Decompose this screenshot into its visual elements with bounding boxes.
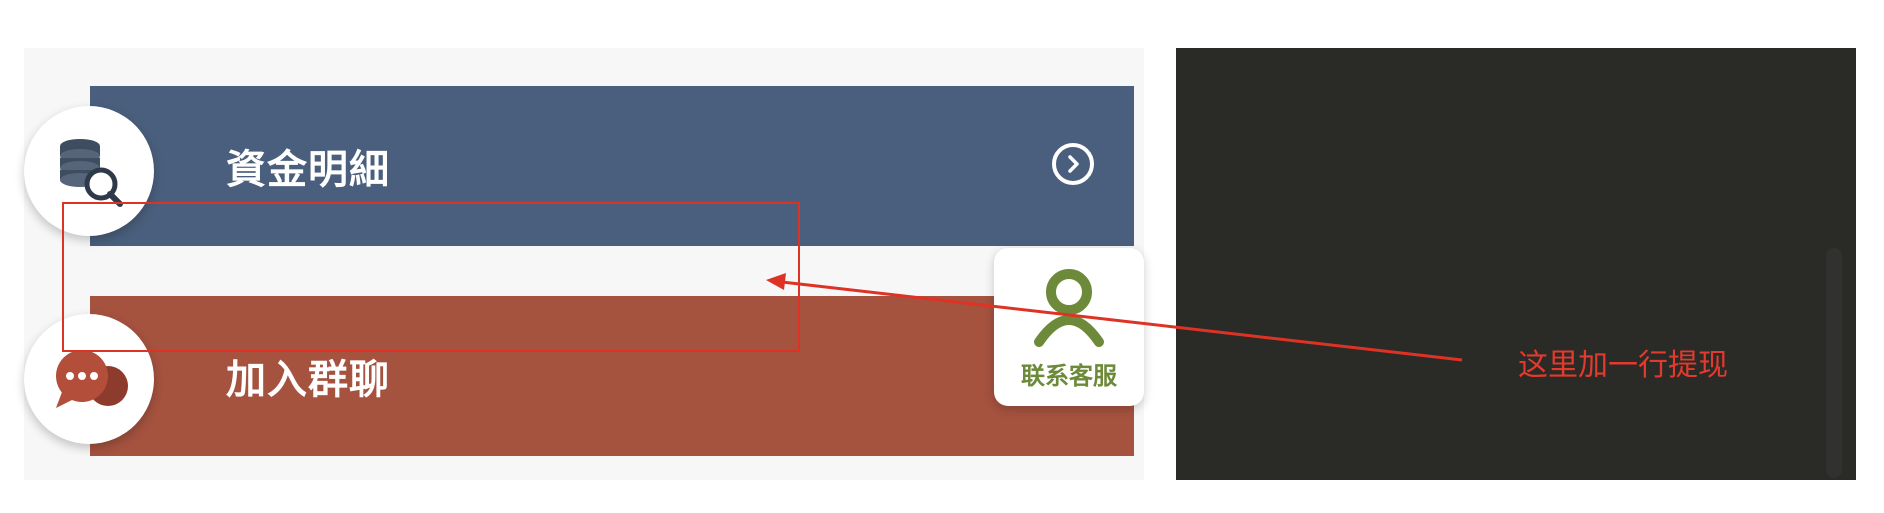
annotation-arrow	[766, 273, 1463, 362]
annotation-note: 这里加一行提现	[1518, 348, 1728, 383]
